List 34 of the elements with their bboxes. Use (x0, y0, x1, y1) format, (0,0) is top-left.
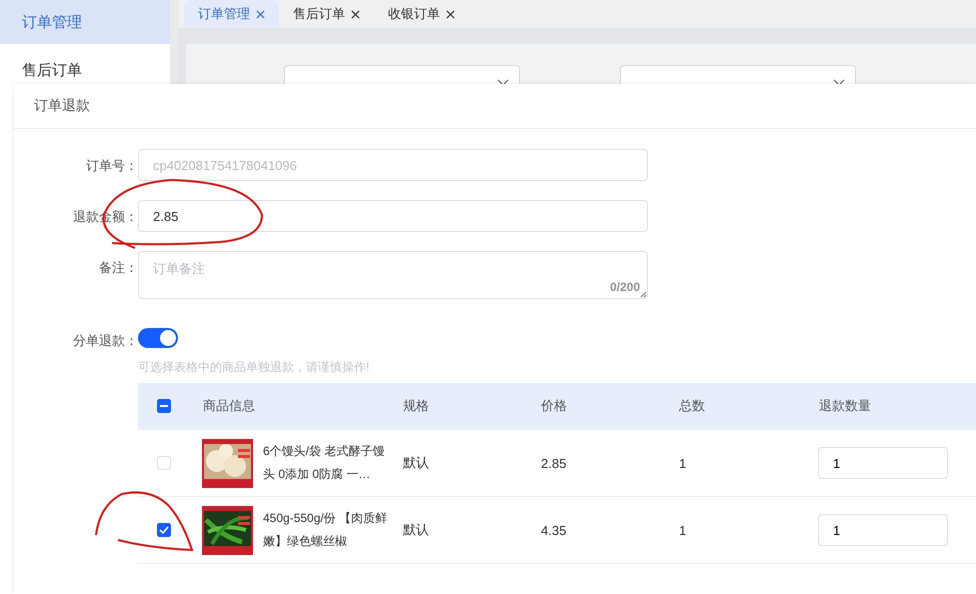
field-label: 备注： (98, 259, 138, 277)
table-cell-text: 1 (678, 522, 688, 538)
tab[interactable]: 收银订单 (374, 0, 469, 28)
product-name: 6个馒头/袋 老式酵子馒头 0添加 0防腐 一… (263, 443, 386, 483)
column-header: 退款数量 (818, 397, 872, 415)
column-header: 价格 (540, 397, 568, 415)
close-icon[interactable] (446, 10, 455, 18)
column-header: 总数 (678, 397, 706, 415)
hint-text: 可选择表格中的商品单独退款，请谨慎操作! (138, 359, 370, 376)
table-cell-text: 2.85 (540, 456, 568, 470)
chevron-down-icon (833, 78, 845, 86)
table-cell-text: 默认 (402, 521, 430, 539)
table-cell-text: 1 (678, 456, 688, 470)
tab[interactable]: 售后订单 (279, 0, 374, 28)
tab[interactable]: 订单管理 (184, 0, 279, 28)
field-label: 分单退款： (72, 332, 138, 350)
product-name: 450g-550g/份 【肉质鲜嫩】绿色螺丝椒 (263, 510, 388, 550)
column-header: 规格 (402, 397, 430, 415)
close-icon[interactable] (351, 10, 360, 18)
resize-grip-icon (640, 291, 647, 298)
toggle-switch[interactable] (138, 328, 178, 348)
input-field[interactable]: 2.85 (138, 200, 648, 232)
quantity-field[interactable]: 1 (818, 447, 948, 479)
character-counter: 0/200 (610, 280, 640, 294)
checkbox[interactable] (157, 399, 171, 413)
sidebar-item[interactable]: 订单管理 (0, 0, 170, 44)
table-cell-text: 默认 (402, 454, 430, 472)
quantity-field[interactable]: 1 (818, 514, 948, 546)
column-header: 商品信息 (202, 397, 256, 415)
checkbox[interactable] (157, 523, 171, 537)
dialog-title: 订单退款 (34, 97, 90, 115)
chevron-down-icon (497, 78, 509, 86)
table-cell-text: 4.35 (540, 522, 568, 538)
field-label: 订单号： (85, 157, 138, 175)
